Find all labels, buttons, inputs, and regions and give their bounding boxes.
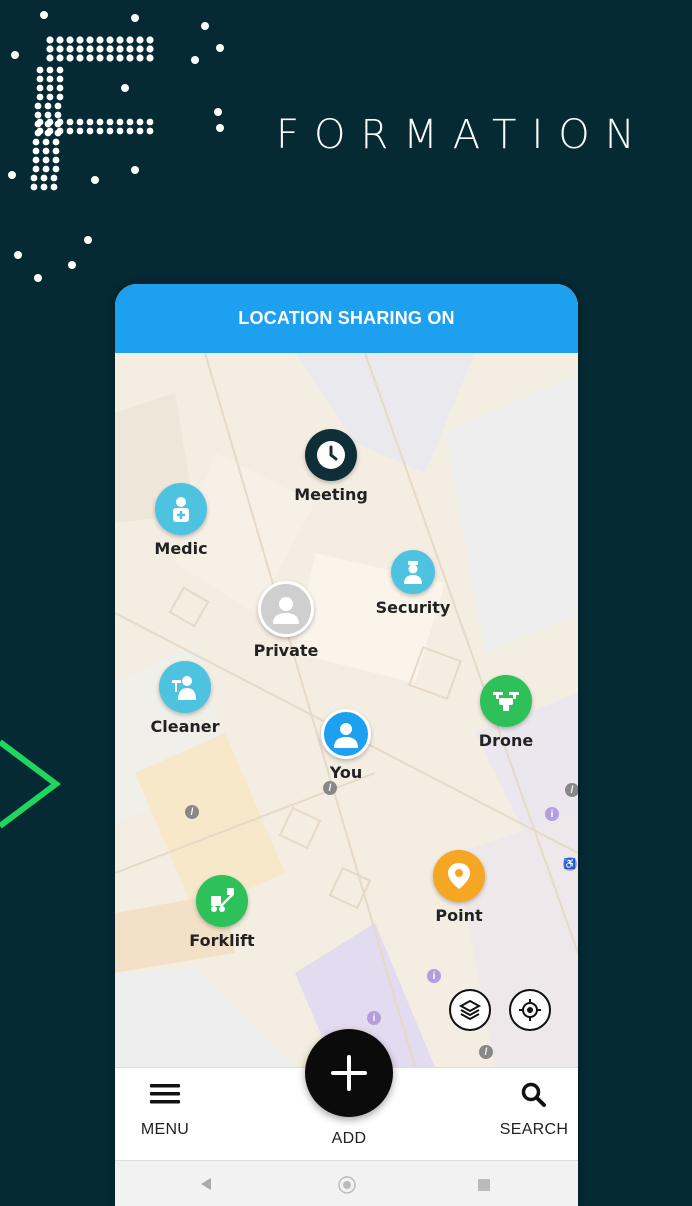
floor-map[interactable]: / / i ♿ / i i / Meeting Medic Security P… bbox=[115, 353, 578, 1067]
pin-you[interactable]: You bbox=[286, 709, 406, 782]
person-icon bbox=[321, 709, 371, 759]
locate-icon bbox=[519, 999, 541, 1021]
drone-icon bbox=[480, 675, 532, 727]
pin-label: Forklift bbox=[189, 931, 255, 950]
chevron-right-decoration bbox=[0, 739, 61, 829]
person-icon bbox=[258, 581, 314, 637]
pin-drone[interactable]: Drone bbox=[446, 675, 566, 750]
pin-label: Private bbox=[253, 641, 319, 660]
pin-medic[interactable]: Medic bbox=[121, 483, 241, 558]
poi-restroom-icon: / bbox=[479, 1045, 493, 1059]
formation-logo bbox=[8, 11, 224, 282]
menu-icon bbox=[150, 1084, 180, 1104]
poi-info-icon: i bbox=[427, 969, 441, 983]
menu-button[interactable]: MENU bbox=[115, 1082, 215, 1139]
pin-private[interactable]: Private bbox=[226, 581, 346, 660]
pin-label: Point bbox=[435, 906, 483, 925]
pin-label: Medic bbox=[154, 539, 208, 558]
layers-button[interactable] bbox=[449, 989, 491, 1031]
poi-restroom-icon: / bbox=[323, 781, 337, 795]
pin-label: Drone bbox=[478, 731, 534, 750]
locate-button[interactable] bbox=[509, 989, 551, 1031]
add-label: ADD bbox=[331, 1130, 367, 1147]
search-label: SEARCH bbox=[499, 1121, 569, 1138]
poi-accessible-icon: ♿ bbox=[563, 857, 577, 871]
poi-info-icon: i bbox=[545, 807, 559, 821]
recents-icon[interactable] bbox=[477, 1178, 491, 1192]
pin-point[interactable]: Point bbox=[399, 850, 519, 925]
pin-label: Security bbox=[375, 598, 451, 617]
pin-forklift[interactable]: Forklift bbox=[162, 875, 282, 950]
poi-restroom-icon: / bbox=[565, 783, 578, 797]
pin-cleaner[interactable]: Cleaner bbox=[125, 661, 245, 736]
menu-label: MENU bbox=[140, 1121, 190, 1138]
location-sharing-banner: LOCATION SHARING ON bbox=[115, 284, 578, 353]
medic-icon bbox=[155, 483, 207, 535]
security-guard-icon bbox=[391, 550, 435, 594]
search-icon bbox=[521, 1082, 546, 1107]
layers-icon bbox=[458, 999, 482, 1021]
plus-icon bbox=[331, 1055, 367, 1091]
search-button[interactable]: SEARCH bbox=[484, 1082, 578, 1139]
add-button[interactable] bbox=[305, 1029, 393, 1117]
brand-name: FORMATION bbox=[276, 112, 650, 158]
pin-security[interactable]: Security bbox=[353, 550, 473, 617]
poi-restroom-icon: / bbox=[185, 805, 199, 819]
clock-icon bbox=[305, 429, 357, 481]
pin-label: Meeting bbox=[294, 485, 368, 504]
poi-info-icon: i bbox=[367, 1011, 381, 1025]
home-icon[interactable] bbox=[337, 1175, 357, 1195]
cleaner-icon bbox=[159, 661, 211, 713]
add-label-wrapper: ADD bbox=[299, 1130, 399, 1148]
pin-meeting[interactable]: Meeting bbox=[271, 429, 391, 504]
pin-label: You bbox=[329, 763, 363, 782]
forklift-icon bbox=[196, 875, 248, 927]
pin-label: Cleaner bbox=[150, 717, 220, 736]
phone-screen: LOCATION SHARING ON / / i ♿ / i i / Meet… bbox=[115, 284, 578, 1206]
system-navigation-bar bbox=[115, 1160, 578, 1206]
map-pin-icon bbox=[433, 850, 485, 902]
back-icon[interactable] bbox=[199, 1177, 213, 1191]
